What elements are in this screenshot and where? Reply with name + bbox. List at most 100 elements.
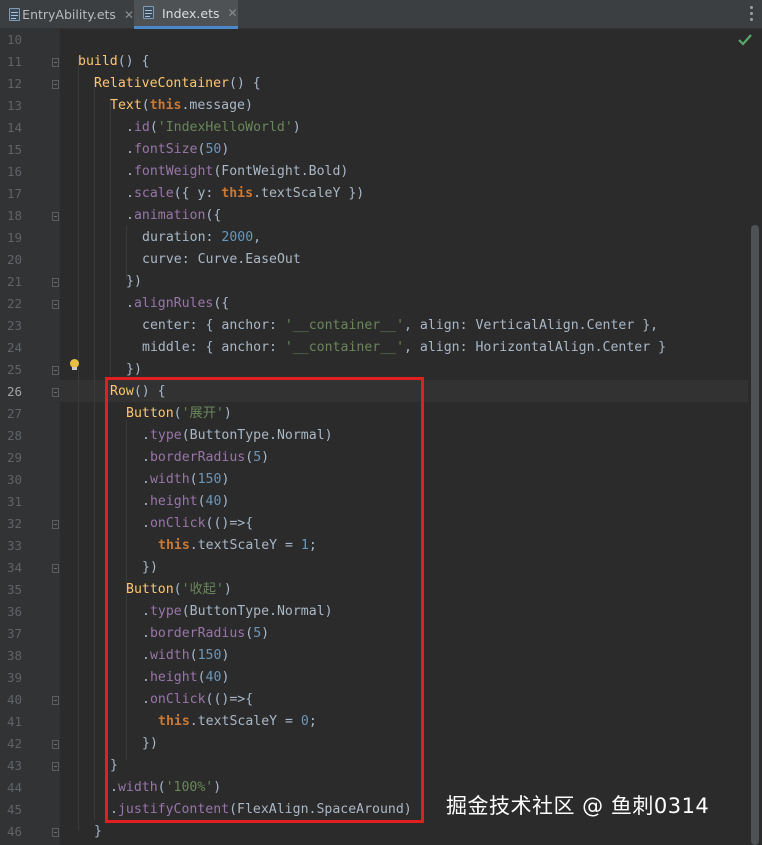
- line-number: 32: [6, 516, 22, 531]
- line-number: 43: [6, 758, 22, 773]
- line-number: 31: [6, 494, 22, 509]
- code-token: .: [126, 164, 134, 179]
- vertical-scrollbar[interactable]: [748, 29, 762, 845]
- code-token: }): [126, 274, 142, 289]
- line-number: 37: [6, 626, 22, 641]
- code-token: , align: VerticalAlign.Center },: [404, 318, 659, 333]
- code-token: id: [133, 120, 150, 135]
- fold-marker-icon[interactable]: [52, 80, 59, 89]
- line-number: 22: [6, 296, 22, 311]
- code-token: '__container__': [284, 318, 405, 333]
- indent-guide: [94, 78, 95, 820]
- code-line[interactable]: }: [94, 821, 102, 843]
- line-number: 45: [6, 802, 22, 817]
- line-number: 24: [6, 340, 22, 355]
- fold-marker-icon[interactable]: [52, 212, 59, 221]
- lightbulb-icon[interactable]: [69, 359, 80, 371]
- line-number: 30: [6, 472, 22, 487]
- close-icon[interactable]: ✕: [228, 6, 238, 20]
- code-token: () {: [228, 76, 261, 91]
- code-line[interactable]: .fontWeight(FontWeight.Bold): [126, 161, 348, 183]
- line-number: 14: [6, 120, 22, 135]
- code-token: () {: [117, 54, 150, 69]
- line-number: 33: [6, 538, 22, 553]
- code-token: ({: [205, 208, 222, 223]
- fold-marker-icon[interactable]: [52, 564, 59, 573]
- code-token: middle: { anchor:: [142, 340, 285, 355]
- code-line[interactable]: .id('IndexHelloWorld'): [126, 117, 301, 139]
- line-number: 21: [6, 274, 22, 289]
- code-token: ): [221, 142, 230, 157]
- editor-tab-bar: EntryAbility.ets ✕ Index.ets ✕: [0, 0, 762, 29]
- code-token: build: [78, 54, 118, 69]
- code-line[interactable]: }): [126, 271, 142, 293]
- code-token: curve: Curve.EaseOut: [142, 252, 301, 267]
- code-token: duration:: [142, 230, 222, 245]
- code-token: fontWeight: [133, 164, 214, 179]
- code-token: (FontWeight.Bold): [213, 164, 349, 179]
- code-token: }: [94, 824, 102, 839]
- code-token: fontSize: [133, 142, 198, 157]
- indent-guide: [78, 56, 79, 830]
- code-token: .: [126, 208, 134, 223]
- line-number: 40: [6, 692, 22, 707]
- code-token: ): [292, 120, 301, 135]
- line-number: 20: [6, 252, 22, 267]
- code-token: ({: [213, 296, 230, 311]
- scrollbar-thumb[interactable]: [751, 225, 759, 845]
- code-line[interactable]: curve: Curve.EaseOut: [142, 249, 301, 271]
- fold-marker-icon[interactable]: [52, 828, 59, 837]
- line-number: 29: [6, 450, 22, 465]
- fold-marker-icon[interactable]: [52, 366, 59, 375]
- code-line[interactable]: .alignRules({: [126, 293, 229, 315]
- line-number: 28: [6, 428, 22, 443]
- line-number: 41: [6, 714, 22, 729]
- code-line[interactable]: build() {: [78, 51, 149, 73]
- fold-marker-icon[interactable]: [52, 740, 59, 749]
- code-line[interactable]: center: { anchor: '__container__', align…: [142, 315, 658, 337]
- code-token: (: [141, 98, 150, 113]
- more-vertical-icon[interactable]: [748, 6, 754, 22]
- fold-marker-icon[interactable]: [52, 58, 59, 67]
- line-number: 35: [6, 582, 22, 597]
- fold-marker-icon[interactable]: [52, 388, 59, 397]
- code-token: 'IndexHelloWorld': [157, 120, 293, 135]
- ets-file-icon: [142, 6, 156, 20]
- code-line[interactable]: middle: { anchor: '__container__', align…: [142, 337, 666, 359]
- code-line[interactable]: .fontSize(50): [126, 139, 229, 161]
- code-token: ({ y:: [173, 186, 222, 201]
- line-number: 16: [6, 164, 22, 179]
- line-number: 11: [6, 54, 22, 69]
- line-number: 27: [6, 406, 22, 421]
- code-token: 2000: [221, 230, 254, 245]
- code-token: .textScaleY }): [253, 186, 365, 201]
- line-number: 42: [6, 736, 22, 751]
- close-icon[interactable]: ✕: [124, 8, 134, 22]
- fold-marker-icon[interactable]: [52, 300, 59, 309]
- line-number: 10: [6, 32, 22, 47]
- fold-marker-icon[interactable]: [52, 762, 59, 771]
- line-number: 23: [6, 318, 22, 333]
- code-token: }): [126, 362, 142, 377]
- fold-marker-icon[interactable]: [52, 278, 59, 287]
- code-token: this: [221, 186, 254, 201]
- code-line[interactable]: .animation({: [126, 205, 221, 227]
- code-token: animation: [133, 208, 206, 223]
- code-token: Text: [110, 98, 142, 113]
- code-token: '__container__': [284, 340, 405, 355]
- line-number: 26: [6, 384, 22, 399]
- tab-label: Index.ets: [162, 5, 220, 21]
- code-line[interactable]: RelativeContainer() {: [94, 73, 261, 95]
- code-token: this: [149, 98, 182, 113]
- code-token: .: [126, 186, 134, 201]
- tab-index[interactable]: Index.ets ✕: [134, 0, 238, 29]
- ets-file-icon: [8, 7, 20, 22]
- code-line[interactable]: .scale({ y: this.textScaleY }): [126, 183, 364, 205]
- fold-marker-icon[interactable]: [52, 696, 59, 705]
- fold-marker-icon[interactable]: [52, 520, 59, 529]
- line-number: 34: [6, 560, 22, 575]
- code-line[interactable]: duration: 2000,: [142, 227, 261, 249]
- code-line[interactable]: Text(this.message): [110, 95, 253, 117]
- tab-entryability[interactable]: EntryAbility.ets ✕: [0, 0, 134, 29]
- line-number: 36: [6, 604, 22, 619]
